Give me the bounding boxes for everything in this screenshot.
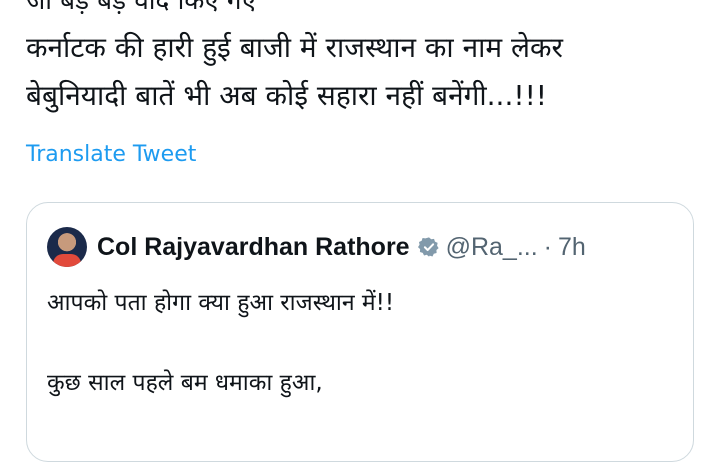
translate-tweet-link[interactable]: Translate Tweet bbox=[26, 142, 196, 167]
author-handle[interactable]: @Ra_... bbox=[446, 233, 538, 262]
author-name[interactable]: Col Rajyavardhan Rathore bbox=[97, 233, 410, 262]
tweet-timestamp[interactable]: 7h bbox=[558, 233, 586, 262]
tweet-text-cutoff-line: जो बड़े बड़े वादे किए गए bbox=[26, 0, 256, 16]
quoted-tweet-line-2: कुछ साल पहले बम धमाका हुआ, bbox=[47, 370, 323, 396]
quoted-tweet-card[interactable]: Col Rajyavardhan Rathore @Ra_... · 7h आप… bbox=[26, 202, 694, 462]
tweet-text-line-1: कर्नाटक की हारी हुई बाजी में राजस्थान का… bbox=[26, 31, 563, 64]
tweet-text-line-2: बेबुनियादी बातें भी अब कोई सहारा नहीं बन… bbox=[26, 79, 548, 112]
quoted-tweet-text: आपको पता होगा क्या हुआ राजस्थान में!! कु… bbox=[47, 283, 677, 403]
author-avatar[interactable] bbox=[47, 227, 87, 267]
quoted-tweet-header: Col Rajyavardhan Rathore @Ra_... · 7h bbox=[47, 225, 586, 269]
meta-separator: · bbox=[543, 232, 552, 261]
tweet-text: कर्नाटक की हारी हुई बाजी में राजस्थान का… bbox=[26, 24, 706, 120]
verified-badge-icon bbox=[417, 237, 439, 257]
quoted-tweet-line-1: आपको पता होगा क्या हुआ राजस्थान में!! bbox=[47, 290, 395, 316]
